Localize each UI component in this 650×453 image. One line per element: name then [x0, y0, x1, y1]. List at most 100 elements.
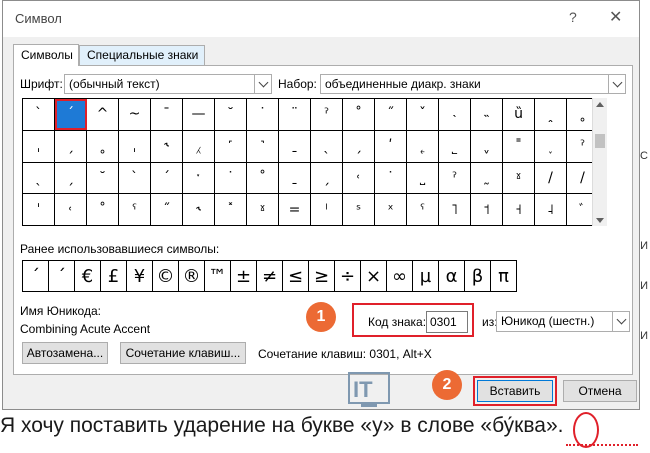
symbol-cell[interactable]: ˽: [406, 161, 439, 195]
symbol-cell[interactable]: ˏ: [310, 161, 343, 195]
symbol-cell[interactable]: ˍ: [278, 161, 311, 195]
symbol-cell[interactable]: ˏ: [342, 129, 375, 163]
symbol-cell[interactable]: ˺: [246, 129, 279, 163]
symbol-cell[interactable]: ˋ: [118, 161, 151, 195]
symbol-cell[interactable]: ˟: [214, 193, 247, 226]
symbol-cell[interactable]: ˥: [438, 193, 471, 226]
recent-symbol-cell[interactable]: ×: [360, 260, 387, 292]
symbol-cell[interactable]: ˚: [342, 98, 375, 131]
autocorrect-button[interactable]: Автозамена...: [22, 342, 108, 364]
recent-symbol-cell[interactable]: ˊ: [48, 260, 75, 292]
symbol-cell[interactable]: ˘: [214, 98, 247, 131]
symbol-cell[interactable]: ˞: [182, 193, 215, 226]
symbol-cell[interactable]: ˙: [374, 161, 407, 195]
help-button[interactable]: ?: [569, 9, 577, 25]
symbol-cell[interactable]: ¯: [150, 98, 183, 131]
recent-symbol-cell[interactable]: µ: [412, 260, 439, 292]
symbol-cell[interactable]: ⁁: [182, 129, 215, 163]
symbol-cell[interactable]: ˋ: [22, 98, 55, 131]
symbol-cell[interactable]: ˦: [470, 193, 503, 226]
symbol-cell-selected[interactable]: ˊ: [54, 98, 87, 131]
symbol-cell[interactable]: ~: [118, 98, 151, 131]
recent-symbol-cell[interactable]: ˊ: [22, 260, 49, 292]
symbol-cell[interactable]: ˠ: [246, 193, 279, 226]
symbol-cell[interactable]: ˨: [534, 193, 567, 226]
recent-symbol-cell[interactable]: ®: [178, 260, 205, 292]
tab-symbols[interactable]: Символы: [13, 44, 79, 66]
cancel-button[interactable]: Отмена: [563, 380, 637, 402]
symbol-cell[interactable]: ˧: [502, 193, 535, 226]
symbol-cell[interactable]: ȕ: [502, 98, 535, 131]
symbol-cell[interactable]: ˤ: [406, 193, 439, 226]
recent-symbol-cell[interactable]: π: [490, 260, 517, 292]
symbol-cell[interactable]: ˴: [438, 98, 471, 131]
recent-symbol-cell[interactable]: ≥: [308, 260, 335, 292]
chevron-down-icon[interactable]: [254, 75, 271, 93]
symbol-cell[interactable]: ˯: [534, 129, 567, 163]
symbol-cell[interactable]: ˵: [470, 98, 503, 131]
symbol-cell[interactable]: ˿: [406, 129, 439, 163]
symbol-cell[interactable]: ˓: [54, 193, 87, 226]
symbol-cell[interactable]: =: [278, 193, 311, 226]
recent-symbol-cell[interactable]: ≤: [282, 260, 309, 292]
scroll-up-icon[interactable]: [593, 98, 607, 110]
recent-symbol-cell[interactable]: β: [464, 260, 491, 292]
symbol-cell[interactable]: ˞: [150, 129, 183, 163]
symbol-cell[interactable]: ʹ: [374, 129, 407, 163]
symbol-cell[interactable]: ˎ: [310, 129, 343, 163]
symbol-cell[interactable]: ˎ: [22, 161, 55, 195]
grid-scrollbar[interactable]: [592, 98, 607, 226]
symbol-cell[interactable]: ˣ: [374, 193, 407, 226]
from-select[interactable]: Юникод (шестн.): [496, 311, 630, 332]
symbol-cell[interactable]: ˢ: [342, 193, 375, 226]
symbol-cell[interactable]: ˾: [438, 129, 471, 163]
symbol-cell[interactable]: ˀ: [310, 98, 343, 131]
symbol-cell[interactable]: ˝: [374, 98, 407, 131]
recent-symbol-cell[interactable]: €: [74, 260, 101, 292]
recent-symbol-cell[interactable]: ≠: [256, 260, 283, 292]
symbol-cell[interactable]: ˘: [86, 161, 119, 195]
symbol-cell[interactable]: ˤ: [118, 193, 151, 226]
symbol-cell[interactable]: ˊ: [150, 161, 183, 195]
recent-symbol-cell[interactable]: ©: [152, 260, 179, 292]
recent-symbol-cell[interactable]: ¥: [126, 260, 153, 292]
scroll-thumb[interactable]: [595, 134, 605, 148]
symbol-cell[interactable]: ˍ: [278, 129, 311, 163]
symbol-cell[interactable]: ˹: [214, 129, 247, 163]
symbol-cell[interactable]: ꞈ: [534, 98, 567, 131]
symbol-cell[interactable]: ˠ: [502, 161, 535, 195]
symbol-cell[interactable]: ˷: [470, 161, 503, 195]
chevron-down-icon[interactable]: [612, 312, 629, 331]
symbol-cell[interactable]: ˏ: [54, 129, 87, 163]
symbol-cell[interactable]: ˝: [150, 193, 183, 226]
chevron-down-icon[interactable]: [608, 75, 625, 93]
symbol-cell[interactable]: ˙: [246, 98, 279, 131]
symbol-cell[interactable]: ˳: [86, 129, 119, 163]
symbol-cell[interactable]: ˙: [214, 161, 247, 195]
symbol-cell[interactable]: ˬ: [470, 129, 503, 163]
symbol-cell[interactable]: ˑ: [182, 161, 215, 195]
recent-symbol-cell[interactable]: ±: [230, 260, 257, 292]
shortcut-key-button[interactable]: Сочетание клавиш...: [120, 342, 246, 364]
subset-select[interactable]: объединенные диакр. знаки: [320, 74, 626, 94]
symbol-cell[interactable]: ˓: [342, 161, 375, 195]
symbol-cell[interactable]: ˏ: [54, 161, 87, 195]
scroll-down-icon[interactable]: [593, 214, 607, 226]
recent-symbol-cell[interactable]: ∞: [386, 260, 413, 292]
symbol-cell[interactable]: ˚: [86, 193, 119, 226]
font-select[interactable]: (обычный текст): [64, 74, 272, 94]
tab-special-characters[interactable]: Специальные знаки: [79, 45, 205, 65]
symbol-cell[interactable]: ¨: [278, 98, 311, 131]
symbol-cell[interactable]: ˇ: [406, 98, 439, 131]
symbol-cell[interactable]: —: [182, 98, 215, 131]
close-button[interactable]: ✕: [609, 7, 622, 27]
symbol-cell[interactable]: ˀ: [438, 161, 471, 195]
symbol-cell[interactable]: ˌ: [22, 129, 55, 163]
symbol-cell[interactable]: ^: [86, 98, 119, 131]
recent-symbol-cell[interactable]: α: [438, 260, 465, 292]
recent-symbol-cell[interactable]: ™: [204, 260, 231, 292]
recent-symbol-cell[interactable]: £: [100, 260, 127, 292]
symbol-cell[interactable]: ˚: [246, 161, 279, 195]
recent-symbol-cell[interactable]: ÷: [334, 260, 361, 292]
symbol-cell[interactable]: ˭: [502, 129, 535, 163]
